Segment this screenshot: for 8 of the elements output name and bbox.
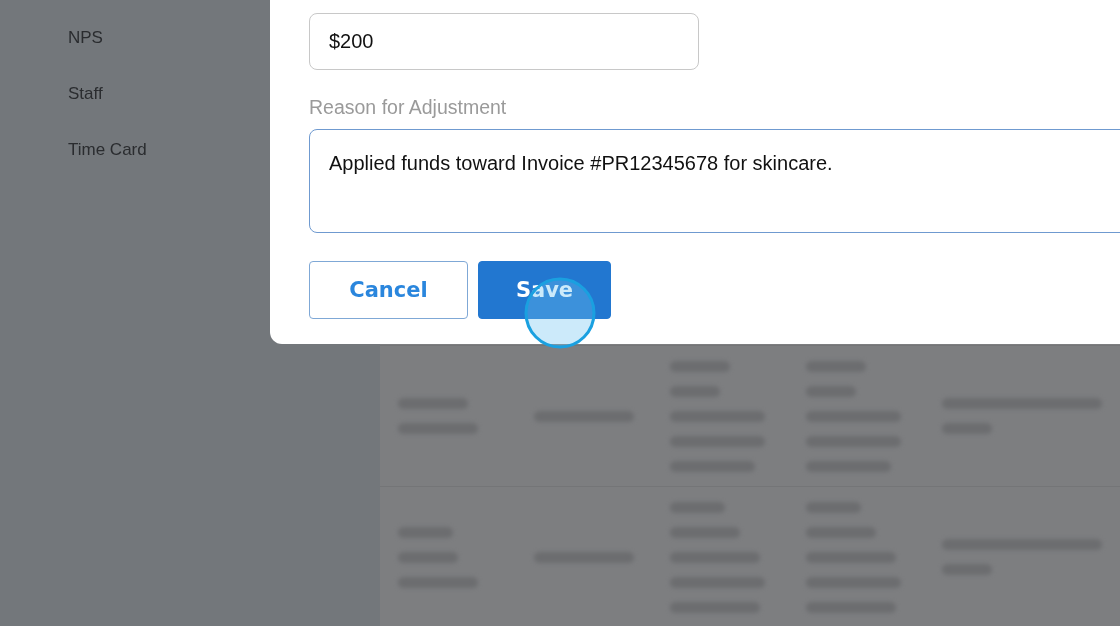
field-label: Reason for Adjustment bbox=[309, 96, 507, 119]
amount-field[interactable]: $200 bbox=[309, 13, 699, 70]
reason-field[interactable]: Applied funds toward Invoice #PR12345678 for skincare. bbox=[309, 129, 1120, 233]
cancel-button[interactable]: Cancel bbox=[309, 261, 468, 319]
sidebar-item[interactable]: NPS bbox=[68, 27, 103, 49]
sidebar-item[interactable]: Staff bbox=[68, 83, 103, 105]
save-button[interactable]: Save bbox=[478, 261, 611, 319]
sidebar-item[interactable]: Time Card bbox=[68, 139, 147, 161]
